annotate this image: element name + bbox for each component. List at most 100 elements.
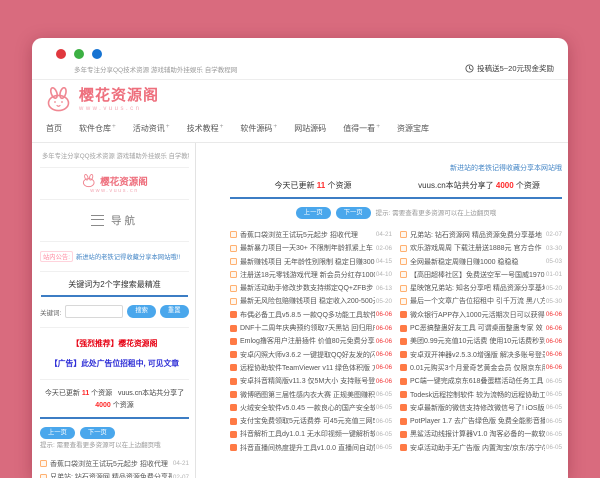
search-input[interactable]: [65, 305, 123, 318]
prev-page-button[interactable]: 上一页: [40, 427, 75, 439]
list-item[interactable]: 最新赚钱项目 无年龄性别限制 稳定日赚300+04-15: [230, 255, 392, 268]
list-item[interactable]: PC端一键完成京东618叠蛋糕活动任务工具06-05: [400, 375, 562, 388]
resource-title[interactable]: PC端一键完成京东618叠蛋糕活动任务工具: [410, 376, 545, 386]
resource-title[interactable]: 抖音解析工具dy1.0.1 无水印视频一键解析软件: [240, 429, 375, 439]
nav-item-2[interactable]: 软件仓库+: [79, 123, 116, 134]
list-item[interactable]: 最新无风险包赔赚钱项目 稳定收入200-500元05-20: [230, 295, 392, 308]
resource-title[interactable]: 0.01元购买3个月爱奇艺黄金会员 仅限京东用户: [410, 363, 545, 373]
list-item[interactable]: 美团0.99元充值10元话费 使用10元话费秒到06-06: [400, 335, 562, 348]
nav-item-6[interactable]: 网站源码: [294, 123, 326, 134]
resource-title[interactable]: PC恶搞整蛊好友工具 可谓桌面整蛊专家 效: [410, 323, 545, 333]
resource-title[interactable]: 黑鲨活动线报计算器V1.0 淘客必备的一款软: [410, 429, 545, 439]
submission-promo-link[interactable]: 投稿送5~20元现金奖励: [465, 63, 554, 74]
resource-title[interactable]: 最后一个文章广告位招租中 引千万流 黑八方: [410, 296, 545, 306]
list-item[interactable]: PotPlayer 1.7 去广告绿色版 免费全能影音播06-05: [400, 414, 562, 427]
resource-title[interactable]: 兄弟站: 钻石资源网 精品资源免费分享基地: [410, 230, 545, 240]
resource-title[interactable]: 安卓最新版的微信支持修改微信号了! iOS版: [410, 403, 545, 413]
announcement-marquee[interactable]: 新进站的老铁记得收藏分享本网站哦: [230, 163, 562, 176]
list-item[interactable]: PC恶搞整蛊好友工具 可谓桌面整蛊专家 效06-06: [400, 321, 562, 334]
resource-title[interactable]: 支付宝免费领取5元话费券 可45元充值三网50: [240, 416, 375, 426]
resource-title[interactable]: 微众银行APP存入1000元活期次日可以获得现: [410, 310, 545, 320]
resource-title[interactable]: 安卓双开神器v2.5.3.0增强版 解决多账号登录: [410, 350, 545, 360]
ad-slot-link[interactable]: 【广告】此处广告位招租中, 可见文章: [40, 353, 189, 380]
list-item[interactable]: 兄弟站: 钻石资源网 精品资源免费分享基地02-07: [40, 470, 189, 478]
maximize-window-button[interactable]: [92, 49, 102, 59]
resource-title[interactable]: 香蕉口袋浏览王试玩5元起步 招收代理: [50, 459, 172, 469]
list-item[interactable]: 香蕉口袋浏览王试玩5元起步 招收代理04-21: [40, 457, 189, 470]
list-item[interactable]: 远程协助软件TeamViewer v11 绿色体积版 方便06-06: [230, 361, 392, 374]
sidebar-logo[interactable]: 樱花资源阁 www.vuus.cn: [40, 168, 189, 200]
list-item[interactable]: 注册送18元零钱游戏代理 新会员分红存100004-10: [230, 268, 392, 281]
close-window-button[interactable]: [56, 49, 66, 59]
resource-title[interactable]: 最新无风险包赔赚钱项目 稳定收入200-500元: [240, 296, 375, 306]
list-item[interactable]: 微众银行APP存入1000元活期次日可以获得现06-06: [400, 308, 562, 321]
list-item[interactable]: 欢乐游戏周周 下载注册送1888元 官方合作03-30: [400, 242, 562, 255]
next-page-button[interactable]: 下一页: [80, 427, 115, 439]
resource-title[interactable]: Todesk远程控制软件 较为流畅的远程协助工具: [410, 390, 545, 400]
list-item[interactable]: DNF十二周年庆典预约领取7天黑钻 回归用户06-06: [230, 321, 392, 334]
search-button[interactable]: 搜索: [127, 305, 156, 317]
resource-title[interactable]: 最新活动助手修改步数支持绑定QQ+ZFB步: [240, 283, 375, 293]
resource-title[interactable]: 安卓闪照大师v3.6.2 一键提取QQ好友发的闪照: [240, 350, 375, 360]
list-item[interactable]: 香蕉口袋浏览王试玩5元起步 招收代理04-21: [230, 228, 392, 241]
list-item[interactable]: 安卓最新版的微信支持修改微信号了! iOS版06-05: [400, 401, 562, 414]
resource-title[interactable]: 全网最新稳定周赚日赚1000 稳稳稳: [410, 257, 545, 267]
site-title[interactable]: 樱花资源阁: [79, 88, 159, 105]
list-item[interactable]: Emlog撸客用户注册插件 价值80元免费分享06-06: [230, 335, 392, 348]
list-item[interactable]: 微博晒图第三届性感内衣大赛 正规美图赚积分06-05: [230, 388, 392, 401]
resource-title[interactable]: 注册送18元零钱游戏代理 新会员分红存1000: [240, 270, 375, 280]
notice-link[interactable]: 新进站的老铁记得收藏分享本网站哦!!: [76, 252, 180, 261]
resource-title[interactable]: 安卓抖音精简版v11.3 仅5M大小 支持账号登录: [240, 376, 375, 386]
list-item[interactable]: 布偶必备工具v5.8.5 一款QQ多功能工具软件06-06: [230, 308, 392, 321]
list-item[interactable]: 安卓闪照大师v3.6.2 一键提取QQ好友发的闪照06-06: [230, 348, 392, 361]
resource-title[interactable]: PotPlayer 1.7 去广告绿色版 免费全能影音播: [410, 416, 545, 426]
list-item[interactable]: 0.01元购买3个月爱奇艺黄金会员 仅限京东用户06-06: [400, 361, 562, 374]
resource-title[interactable]: 安卓活动助手无广告版 内置淘宝/京东/苏宁/拼: [410, 443, 545, 453]
resource-title[interactable]: 【高田超棒社区】免费送空军一号国威1970: [410, 270, 545, 280]
resource-title[interactable]: 火绒安全软件v5.0.45 一款良心的国产安全软件: [240, 403, 375, 413]
minimize-window-button[interactable]: [74, 49, 84, 59]
list-item[interactable]: 安卓双开神器v2.5.3.0增强版 解决多账号登录06-06: [400, 348, 562, 361]
nav-item-7[interactable]: 值得一看+: [343, 123, 380, 134]
list-item[interactable]: 安卓活动助手无广告版 内置淘宝/京东/苏宁/拼06-05: [400, 441, 562, 454]
resource-title[interactable]: 最新赚钱项目 无年龄性别限制 稳定日赚300+: [240, 257, 375, 267]
nav-item-8[interactable]: 资源宝库: [397, 123, 429, 134]
resource-title[interactable]: 欢乐游戏周周 下载注册送1888元 官方合作: [410, 243, 545, 253]
reset-button[interactable]: 重置: [160, 305, 189, 317]
resource-title[interactable]: 香蕉口袋浏览王试玩5元起步 招收代理: [240, 230, 375, 240]
resource-title[interactable]: DNF十二周年庆典预约领取7天黑钻 回归用户: [240, 323, 375, 333]
nav-item-3[interactable]: 活动资讯+: [133, 123, 170, 134]
list-item[interactable]: 黑鲨活动线报计算器V1.0 淘客必备的一款软06-05: [400, 428, 562, 441]
list-item[interactable]: 【高田超棒社区】免费送空军一号国威197001-01: [400, 268, 562, 281]
list-item[interactable]: 火绒安全软件v5.0.45 一款良心的国产安全软件06-05: [230, 401, 392, 414]
resource-title[interactable]: Emlog撸客用户注册插件 价值80元免费分享: [240, 336, 375, 346]
nav-item-4[interactable]: 技术教程+: [187, 123, 224, 134]
prev-page-button[interactable]: 上一页: [296, 207, 331, 219]
list-item[interactable]: 最后一个文章广告位招租中 引千万流 黑八方05-30: [400, 295, 562, 308]
list-item[interactable]: 最新活动助手修改步数支持绑定QQ+ZFB步06-13: [230, 281, 392, 294]
resource-title[interactable]: 抖音直播间热度提升工具v1.0.0 直播间自动赞: [240, 443, 375, 453]
list-item[interactable]: 星映馆兄弟站: 知名分享吧 精品资源分享基地05-20: [400, 281, 562, 294]
list-item[interactable]: 兄弟站: 钻石资源网 精品资源免费分享基地02-07: [400, 228, 562, 241]
nav-item-5[interactable]: 软件源码+: [240, 123, 277, 134]
resource-title[interactable]: 美团0.99元充值10元话费 使用10元话费秒到: [410, 336, 545, 346]
list-item[interactable]: 支付宝免费领取5元话费券 可45元充值三网5006-05: [230, 414, 392, 427]
resource-title[interactable]: 最新暴力项目一天30+ 不限制年龄抓紧上车: [240, 243, 375, 253]
list-item[interactable]: 安卓抖音精简版v11.3 仅5M大小 支持账号登录06-06: [230, 375, 392, 388]
resource-title[interactable]: 星映馆兄弟站: 知名分享吧 精品资源分享基地: [410, 283, 545, 293]
list-item[interactable]: 抖音解析工具dy1.0.1 无水印视频一键解析软件06-05: [230, 428, 392, 441]
list-item[interactable]: Todesk远程控制软件 较为流畅的远程协助工具06-05: [400, 388, 562, 401]
list-item[interactable]: 抖音直播间热度提升工具v1.0.0 直播间自动赞06-05: [230, 441, 392, 454]
resource-title[interactable]: 远程协助软件TeamViewer v11 绿色体积版 方便: [240, 363, 375, 373]
sidebar-nav-toggle[interactable]: 导航: [40, 200, 189, 242]
resource-date: 06-05: [546, 404, 562, 411]
resource-title[interactable]: 微博晒图第三届性感内衣大赛 正规美图赚积分: [240, 390, 375, 400]
list-item[interactable]: 最新暴力项目一天30+ 不限制年龄抓紧上车02-06: [230, 242, 392, 255]
strong-recommend-link[interactable]: 【强烈推荐】樱花资源阁: [40, 328, 189, 353]
next-page-button[interactable]: 下一页: [336, 207, 371, 219]
resource-title[interactable]: 兄弟站: 钻石资源网 精品资源免费分享基地: [50, 472, 172, 478]
resource-title[interactable]: 布偶必备工具v5.8.5 一款QQ多功能工具软件: [240, 310, 375, 320]
list-item[interactable]: 全网最新稳定周赚日赚1000 稳稳稳05-03: [400, 255, 562, 268]
bunny-logo-icon: [81, 174, 97, 188]
nav-item-1[interactable]: 首页: [46, 123, 62, 134]
